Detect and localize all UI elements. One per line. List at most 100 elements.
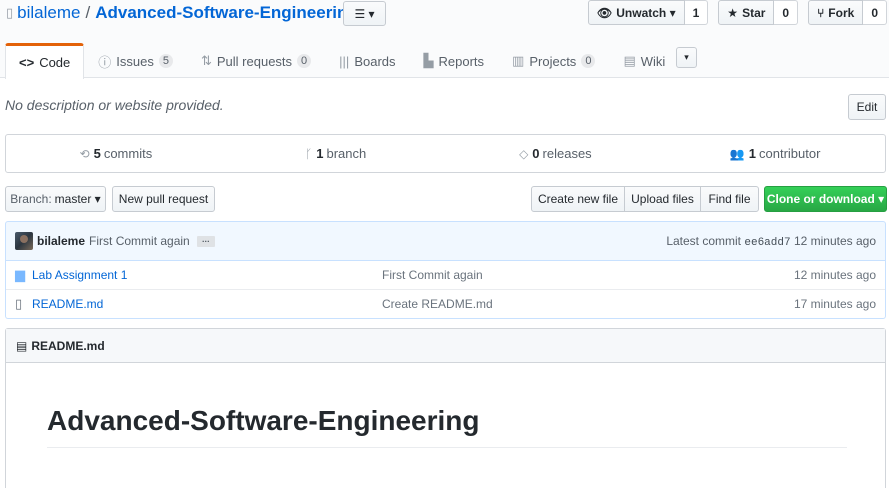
tab-projects[interactable]: ▥ Projects 0 <box>498 43 609 78</box>
new-pull-request-button[interactable]: New pull request <box>112 186 215 212</box>
branch-name: master ▾ <box>54 192 101 206</box>
star-group: ★ Star 0 <box>718 0 799 25</box>
tab-boards[interactable]: ||| Boards <box>325 43 409 78</box>
branch-select-button[interactable]: Branch: master ▾ <box>5 186 106 212</box>
list-item: ▆ Lab Assignment 1 First Commit again 12… <box>6 260 885 289</box>
file-commit-message-link[interactable]: First Commit again <box>382 268 483 282</box>
tab-projects-label: Projects <box>529 53 577 69</box>
releases-label: releases <box>542 146 592 161</box>
pagehead-actions: 👁 Unwatch ▾ 1 ★ Star 0 ⑂ Fork 0 <box>578 0 887 25</box>
tab-pull-requests[interactable]: ⇅ Pull requests 0 <box>187 43 325 78</box>
repo-name-link[interactable]: Advanced-Software-Engineering <box>95 3 358 23</box>
repo-description: No description or website provided. <box>5 97 224 113</box>
file-name-link[interactable]: Lab Assignment 1 <box>32 268 127 282</box>
nav-more-button[interactable]: ▾ <box>676 47 697 68</box>
file-commit-message-link[interactable]: Create README.md <box>382 297 493 311</box>
commit-sha-link[interactable]: ee6add7 <box>744 237 790 249</box>
repo-nav: <> Code ⓘ Issues 5 ⇅ Pull requests 0 |||… <box>5 42 679 79</box>
people-icon: 👥 <box>729 146 745 161</box>
create-new-file-button[interactable]: Create new file <box>531 186 625 212</box>
commit-author-link[interactable]: bilaleme <box>37 234 85 248</box>
commit-tease: bilaleme First Commit again … Latest com… <box>5 221 886 261</box>
fork-button[interactable]: ⑂ Fork <box>808 0 864 25</box>
tab-reports-label: Reports <box>438 53 485 69</box>
fork-count[interactable]: 0 <box>863 0 887 25</box>
tab-issues[interactable]: ⓘ Issues 5 <box>84 43 187 78</box>
find-file-button[interactable]: Find file <box>700 186 759 212</box>
repo-header: ▯ bilaleme / Advanced-Software-Engineeri… <box>0 0 889 79</box>
branch-icon: ᚴ <box>305 146 313 161</box>
commits-link[interactable]: ⟲ 5 commits <box>6 135 226 172</box>
graph-icon: ▙ <box>423 53 434 68</box>
file-name-link[interactable]: README.md <box>32 297 103 311</box>
tab-wiki[interactable]: ▤ Wiki <box>609 43 679 78</box>
project-icon: ▥ <box>512 53 525 68</box>
commit-message-link[interactable]: First Commit again <box>89 234 190 248</box>
upload-files-button[interactable]: Upload files <box>624 186 701 212</box>
commit-age: 12 minutes ago <box>793 233 876 248</box>
unwatch-label: Unwatch ▾ <box>616 5 676 20</box>
tab-boards-label: Boards <box>354 53 396 69</box>
tag-icon: ◇ <box>519 146 529 161</box>
star-count[interactable]: 0 <box>774 0 799 25</box>
repo-title: ▯ bilaleme / Advanced-Software-Engineeri… <box>6 3 358 23</box>
file-age: 12 minutes ago <box>793 267 876 282</box>
latest-commit-label: Latest commit <box>666 233 742 248</box>
releases-link[interactable]: ◇ 0 releases <box>446 135 666 172</box>
tab-pull-requests-label: Pull requests <box>216 53 293 69</box>
avatar[interactable] <box>15 232 33 250</box>
file-icon: ▯ <box>15 296 23 311</box>
branches-label: branch <box>326 146 367 161</box>
eye-icon: 👁 <box>597 5 613 20</box>
commits-label: commits <box>103 146 153 161</box>
pull-requests-counter: 0 <box>297 54 312 68</box>
numbers-summary: ⟲ 5 commits ᚴ 1 branch ◇ 0 releases 👥 1 … <box>5 134 886 173</box>
branches-link[interactable]: ᚴ 1 branch <box>226 135 446 172</box>
star-button[interactable]: ★ Star <box>718 0 775 25</box>
tab-reports[interactable]: ▙ Reports <box>410 43 499 78</box>
repo-icon: ▯ <box>6 5 14 20</box>
repo-separator: / <box>85 3 91 22</box>
commits-count: 5 <box>93 146 101 161</box>
file-list: ▆ Lab Assignment 1 First Commit again 12… <box>5 260 886 319</box>
repo-owner-link[interactable]: bilaleme <box>17 3 80 23</box>
pull-request-icon: ⇅ <box>200 53 212 68</box>
book-icon: ▤ <box>623 53 636 68</box>
fork-icon: ⑂ <box>817 5 825 20</box>
fork-group: ⑂ Fork 0 <box>808 0 887 25</box>
tab-wiki-label: Wiki <box>640 53 666 69</box>
readme-box: ▤ README.md Advanced-Software-Engineerin… <box>5 328 886 488</box>
tab-code-label: Code <box>39 55 71 70</box>
releases-count: 0 <box>532 146 540 161</box>
folder-icon: ▆ <box>15 266 25 282</box>
star-icon: ★ <box>727 5 739 20</box>
readme-filename: README.md <box>31 338 105 353</box>
clone-download-button[interactable]: Clone or download ▾ <box>764 186 887 212</box>
book-icon: ▤ <box>16 338 28 353</box>
boards-icon: ||| <box>339 53 350 69</box>
history-icon: ⟲ <box>79 146 90 161</box>
list-item: ▯ README.md Create README.md 17 minutes … <box>6 289 885 318</box>
fork-label: Fork <box>828 5 855 20</box>
latest-commit: Latest commit ee6add7 12 minutes ago <box>666 234 876 249</box>
issue-icon: ⓘ <box>98 54 112 70</box>
branch-prefix: Branch: <box>10 192 52 206</box>
readme-header: ▤ README.md <box>6 329 885 363</box>
readme-heading: Advanced-Software-Engineering <box>47 403 847 448</box>
expand-commit-button[interactable]: … <box>196 235 215 247</box>
star-label: Star <box>742 5 766 20</box>
file-age: 17 minutes ago <box>793 297 876 311</box>
branches-count: 1 <box>316 146 324 161</box>
tab-code[interactable]: <> Code <box>5 43 85 79</box>
tab-issues-label: Issues <box>116 53 154 69</box>
code-icon: <> <box>19 55 35 70</box>
edit-description-button[interactable]: Edit <box>848 94 886 120</box>
issues-counter: 5 <box>158 54 173 68</box>
contributors-count: 1 <box>748 146 756 161</box>
unwatch-button[interactable]: 👁 Unwatch ▾ <box>588 0 685 25</box>
contributors-link[interactable]: 👥 1 contributor <box>665 135 885 172</box>
projects-counter: 0 <box>581 54 596 68</box>
list-menu-button[interactable]: ☰ ▾ <box>343 1 386 26</box>
watch-group: 👁 Unwatch ▾ 1 <box>588 0 709 25</box>
watch-count[interactable]: 1 <box>684 0 709 25</box>
